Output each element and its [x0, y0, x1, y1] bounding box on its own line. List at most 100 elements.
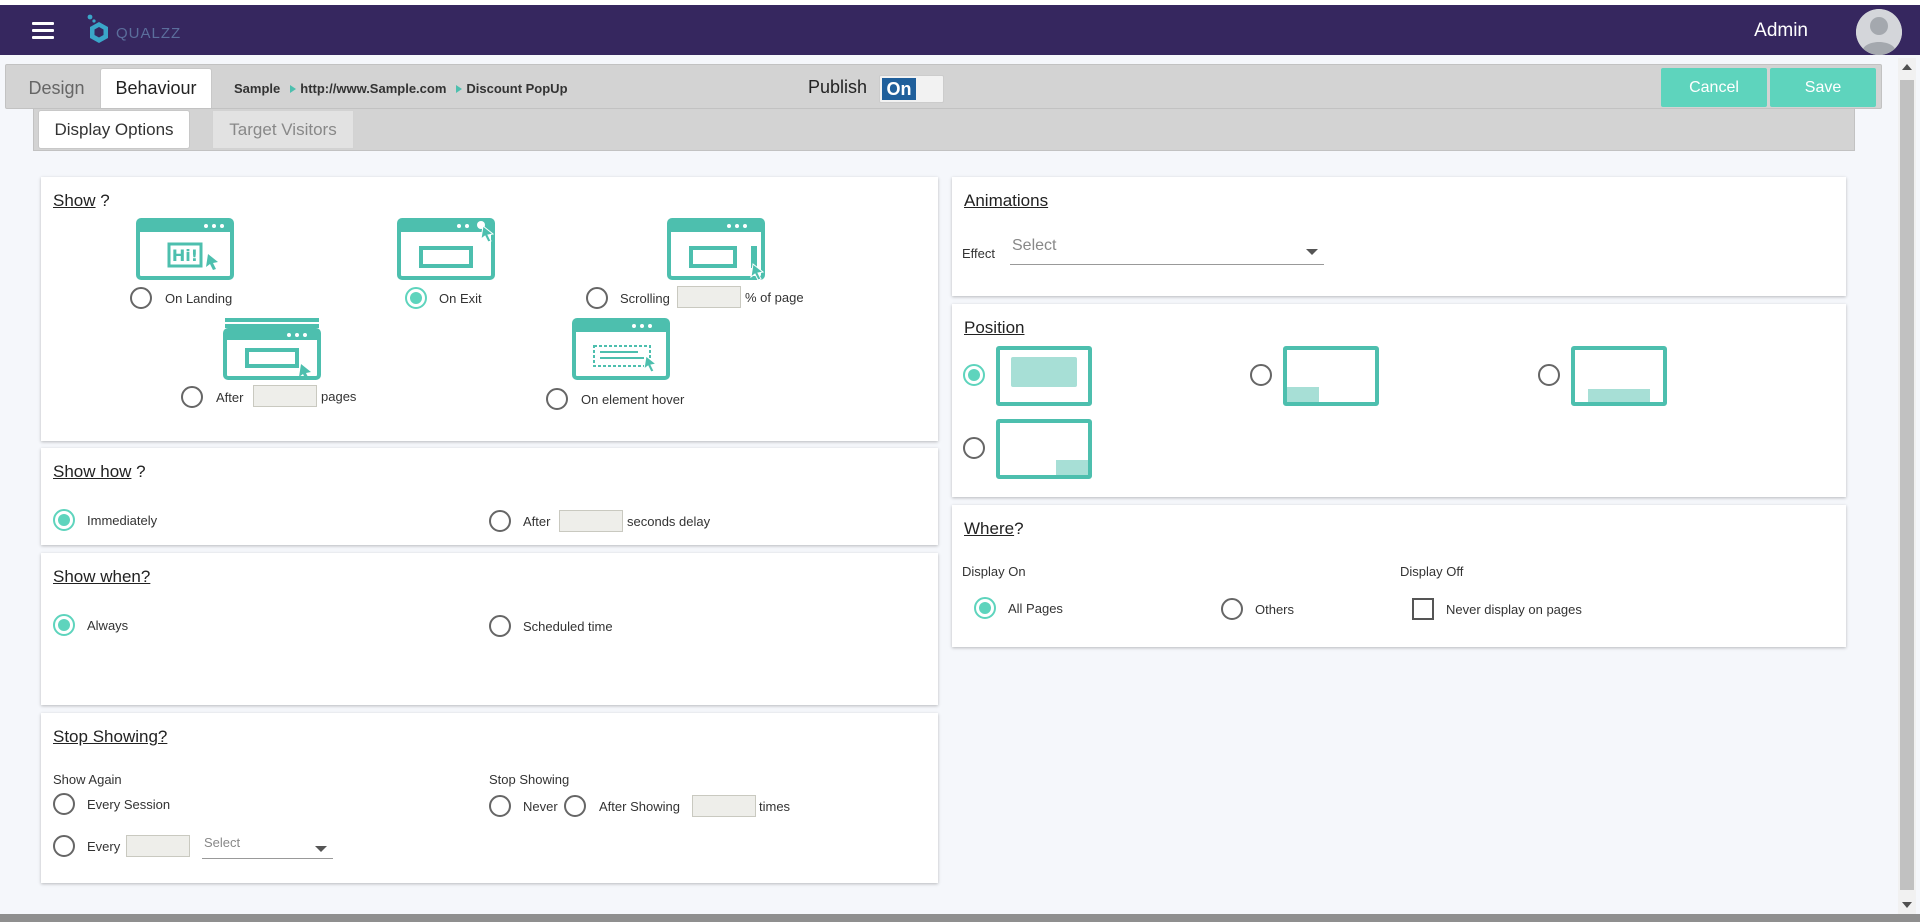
radio-position-bottom-center[interactable] — [1538, 364, 1560, 386]
user-avatar-icon — [1856, 9, 1902, 55]
label-never: Never — [523, 799, 558, 814]
show-when-card: Show when? Always Scheduled time — [41, 553, 938, 705]
show-times-input[interactable] — [692, 795, 756, 817]
radio-others[interactable] — [1221, 598, 1243, 620]
radio-scheduled-time[interactable] — [489, 615, 511, 637]
position-fill — [1287, 387, 1319, 402]
breadcrumb-item[interactable]: http://www.Sample.com — [300, 81, 446, 96]
exit-intent-icon — [397, 218, 495, 280]
radio-scrolling[interactable] — [586, 287, 608, 309]
checkbox-never-display[interactable] — [1412, 598, 1434, 620]
radio-on-exit[interactable] — [405, 287, 427, 309]
label-percent-of-page: % of page — [745, 290, 804, 305]
avatar[interactable] — [1856, 9, 1902, 55]
radio-every-session[interactable] — [53, 793, 75, 815]
tab-target-visitors[interactable]: Target Visitors — [212, 110, 354, 149]
top-header: QUALZZ Admin — [0, 0, 1920, 55]
save-button[interactable]: Save — [1770, 68, 1876, 107]
label-seconds-delay: seconds delay — [627, 514, 711, 529]
label-show-again: Show Again — [53, 772, 122, 787]
landing-page-icon: Hi! — [136, 218, 234, 280]
publish-toggle-state: On — [882, 78, 916, 100]
label-every-session: Every Session — [87, 797, 171, 812]
scroll-up-icon[interactable] — [1902, 64, 1912, 70]
label-always: Always — [87, 618, 129, 633]
label-after: After — [216, 390, 244, 405]
radio-after-delay[interactable] — [489, 510, 511, 532]
label-immediately: Immediately — [87, 513, 158, 528]
position-fill — [1011, 357, 1077, 387]
radio-after-pages[interactable] — [181, 386, 203, 408]
stop-showing-title: Stop Showing? — [53, 727, 168, 746]
radio-immediately[interactable] — [53, 509, 75, 531]
scrollbar-thumb[interactable] — [1900, 80, 1914, 890]
tab-design[interactable]: Design — [14, 68, 99, 108]
radio-position-bottom-right[interactable] — [963, 437, 985, 459]
label-all-pages: All Pages — [1008, 601, 1063, 616]
radio-position-bottom-left[interactable] — [1250, 364, 1272, 386]
radio-every[interactable] — [53, 835, 75, 857]
tab-behaviour[interactable]: Behaviour — [100, 68, 212, 108]
position-bottom-right-icon[interactable] — [996, 419, 1092, 479]
label-stop-showing: Stop Showing — [489, 772, 570, 787]
radio-position-center[interactable] — [963, 364, 985, 386]
scroll-percent-input[interactable] — [677, 286, 741, 308]
every-period-select[interactable]: Select — [202, 833, 333, 859]
radio-always[interactable] — [53, 614, 75, 636]
label-after-showing: After Showing — [599, 799, 680, 814]
label-every: Every — [87, 839, 121, 854]
radio-all-pages[interactable] — [974, 597, 996, 619]
label-others: Others — [1255, 602, 1295, 617]
vertical-scrollbar[interactable] — [1898, 58, 1916, 914]
animations-card: Animations Effect Select — [952, 177, 1846, 296]
every-period-value: Select — [204, 835, 241, 850]
cancel-button[interactable]: Cancel — [1661, 68, 1767, 107]
where-card: Where? Display On All Pages Others Displ… — [952, 505, 1846, 647]
show-how-title: Show how ? — [53, 462, 146, 481]
label-on-landing: On Landing — [165, 291, 233, 306]
scroll-down-icon[interactable] — [1902, 902, 1912, 908]
radio-element-hover[interactable] — [546, 388, 568, 410]
radio-never[interactable] — [489, 795, 511, 817]
label-scheduled-time: Scheduled time — [523, 619, 613, 634]
show-when-title: Show when? — [53, 567, 151, 586]
breadcrumb-separator-icon — [290, 84, 297, 93]
label-times: times — [759, 799, 791, 814]
show-card: Show ? Hi! On Landing On Exit Scrolling … — [41, 177, 938, 441]
label-scrolling: Scrolling — [620, 291, 670, 306]
menu-icon[interactable] — [32, 22, 54, 40]
user-name[interactable]: Admin — [1754, 20, 1808, 42]
show-how-card: Show how ? Immediately After seconds del… — [41, 448, 938, 545]
multiple-pages-icon — [223, 318, 321, 380]
app-logo[interactable]: QUALZZ — [86, 11, 181, 49]
label-on-exit: On Exit — [439, 291, 482, 306]
position-bottom-left-icon[interactable] — [1283, 346, 1379, 406]
pages-count-input[interactable] — [253, 385, 317, 407]
every-count-input[interactable] — [126, 835, 190, 857]
label-display-off: Display Off — [1400, 564, 1464, 579]
tab-display-options[interactable]: Display Options — [38, 110, 190, 149]
delay-seconds-input[interactable] — [559, 510, 623, 532]
radio-after-showing[interactable] — [564, 795, 586, 817]
label-pages: pages — [321, 389, 357, 404]
breadcrumb-item[interactable]: Sample — [234, 81, 280, 96]
chevron-down-icon — [1306, 248, 1318, 255]
position-center-icon[interactable] — [996, 346, 1092, 406]
position-bottom-center-icon[interactable] — [1571, 346, 1667, 406]
editor-toolbar: Design Behaviour Sample http://www.Sampl… — [5, 64, 1882, 109]
svg-text:Hi!: Hi! — [172, 246, 198, 265]
logo-text: QUALZZ — [116, 24, 182, 42]
where-title: Where? — [964, 519, 1024, 538]
label-element-hover: On element hover — [581, 392, 685, 407]
stop-showing-card: Stop Showing? Show Again Every Session E… — [41, 713, 938, 883]
label-after-delay: After — [523, 514, 551, 529]
animations-title: Animations — [964, 191, 1049, 210]
publish-label: Publish — [808, 77, 868, 97]
breadcrumb-item[interactable]: Discount PopUp — [466, 81, 567, 96]
effect-select-value: Select — [1012, 237, 1057, 254]
effect-select[interactable]: Select — [1010, 233, 1324, 265]
position-card: Position — [952, 304, 1846, 497]
radio-on-landing[interactable] — [130, 287, 152, 309]
chevron-down-icon — [315, 845, 327, 852]
publish-toggle[interactable]: On — [879, 75, 944, 103]
